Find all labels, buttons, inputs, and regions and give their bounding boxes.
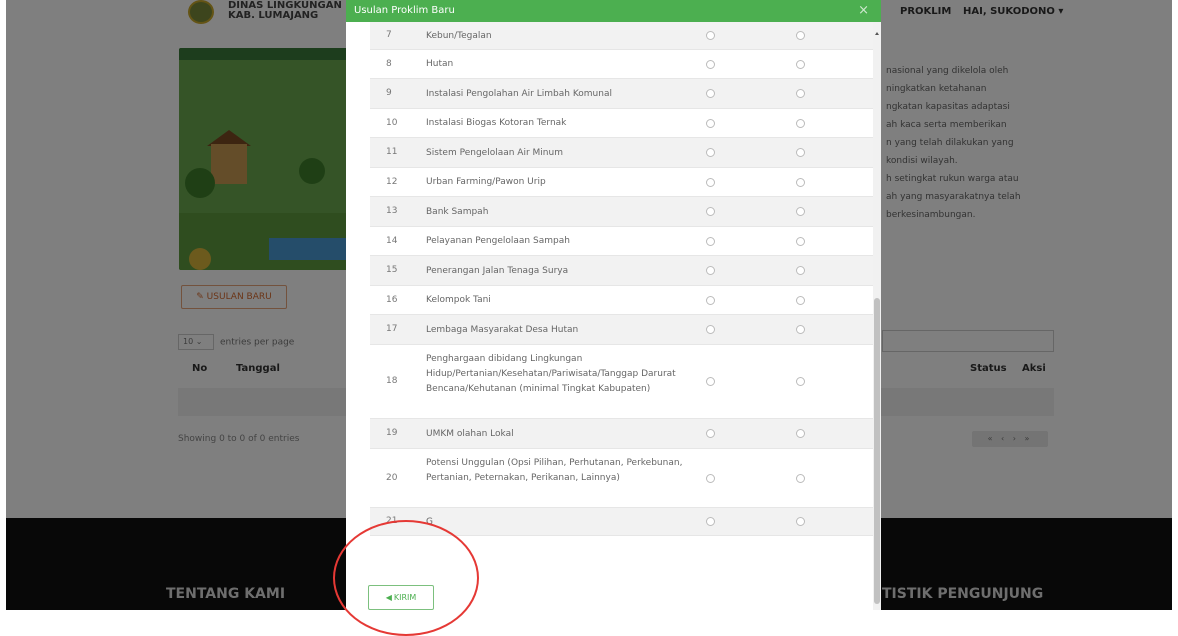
- item-radio-option-2[interactable]: [796, 31, 805, 40]
- item-name: Penghargaan dibidang Lingkungan Hidup/Pe…: [426, 354, 676, 394]
- item-number: 8: [386, 58, 392, 69]
- item-number: 19: [386, 428, 398, 438]
- proklim-item-row: 15 Penerangan Jalan Tenaga Surya: [370, 256, 874, 286]
- item-radio-option-2[interactable]: [796, 266, 805, 275]
- item-number: 10: [386, 117, 398, 128]
- item-radio-option-2[interactable]: [796, 429, 805, 438]
- item-radio-option-2[interactable]: [796, 59, 805, 69]
- item-radio-option-2[interactable]: [796, 325, 805, 334]
- item-number: 15: [386, 265, 398, 275]
- item-name: Kebun/Tegalan: [426, 30, 492, 41]
- proklim-item-row: 10 Instalasi Biogas Kotoran Ternak: [370, 109, 874, 138]
- item-radio-option-1[interactable]: [706, 59, 715, 69]
- item-name: Penerangan Jalan Tenaga Surya: [426, 265, 569, 276]
- item-radio-option-2[interactable]: [796, 517, 805, 526]
- proklim-item-row: 13 Bank Sampah: [370, 197, 874, 227]
- item-number: 9: [386, 88, 392, 98]
- item-radio-option-2[interactable]: [796, 89, 805, 98]
- item-name: UMKM olahan Lokal: [426, 428, 514, 439]
- proklim-item-row: 20 Potensi Unggulan (Opsi Pilihan, Perhut…: [370, 449, 874, 508]
- close-icon[interactable]: ×: [858, 3, 869, 18]
- item-radio-option-2[interactable]: [796, 207, 805, 216]
- item-name: Sistem Pengelolaan Air Minum: [426, 147, 563, 158]
- item-name: Bank Sampah: [426, 206, 489, 217]
- item-number: 7: [386, 30, 392, 40]
- item-name: Pelayanan Pengelolaan Sampah: [426, 236, 570, 246]
- item-name: Instalasi Biogas Kotoran Ternak: [426, 118, 567, 128]
- usulan-proklim-modal: Usulan Proklim Baru × 7 Kebun/Tegalan 8 Hut…: [346, 0, 881, 610]
- item-name: Urban Farming/Pawon Urip: [426, 177, 546, 187]
- item-radio-option-1[interactable]: [706, 31, 715, 40]
- proklim-item-row: 11 Sistem Pengelolaan Air Minum: [370, 138, 874, 168]
- item-number: 14: [386, 235, 398, 246]
- item-radio-option-1[interactable]: [706, 473, 715, 483]
- item-radio-option-2[interactable]: [796, 177, 805, 187]
- item-radio-option-1[interactable]: [706, 207, 715, 216]
- item-number: 13: [386, 206, 398, 216]
- item-radio-option-1[interactable]: [706, 118, 715, 128]
- item-radio-option-1[interactable]: [706, 377, 715, 386]
- item-name: Potensi Unggulan (Opsi Pilihan, Perhutan…: [426, 458, 683, 483]
- item-number: 18: [386, 376, 398, 386]
- proklim-item-row: 8 Hutan: [370, 50, 874, 79]
- item-radio-option-1[interactable]: [706, 325, 715, 334]
- proklim-item-row: 18 Penghargaan dibidang Lingkungan Hidup/…: [370, 345, 874, 419]
- item-radio-option-2[interactable]: [796, 236, 805, 246]
- item-radio-option-1[interactable]: [706, 517, 715, 526]
- proklim-item-row: 19 UMKM olahan Lokal: [370, 419, 874, 449]
- item-radio-option-1[interactable]: [706, 266, 715, 275]
- proklim-item-row: 14 Pelayanan Pengelolaan Sampah: [370, 227, 874, 256]
- modal-title: Usulan Proklim Baru: [354, 5, 455, 16]
- item-radio-option-2[interactable]: [796, 118, 805, 128]
- item-name: Lembaga Masyarakat Desa Hutan: [426, 324, 579, 335]
- item-name: Instalasi Pengolahan Air Limbah Komunal: [426, 88, 612, 99]
- item-radio-option-2[interactable]: [796, 473, 805, 483]
- item-name: Kelompok Tani: [426, 295, 491, 305]
- proklim-item-list: 7 Kebun/Tegalan 8 Hutan 9 Instalasi Pengolaha…: [370, 22, 874, 536]
- item-number: 17: [386, 324, 398, 334]
- item-number: 20: [386, 472, 398, 483]
- item-radio-option-1[interactable]: [706, 148, 715, 157]
- proklim-item-row: 12 Urban Farming/Pawon Urip: [370, 168, 874, 197]
- proklim-item-row: 7 Kebun/Tegalan: [370, 22, 874, 50]
- scroll-up-icon[interactable]: [875, 32, 879, 35]
- item-number: 12: [386, 176, 398, 187]
- item-name: Hutan: [426, 59, 454, 69]
- proklim-item-row: 9 Instalasi Pengolahan Air Limbah Komunal: [370, 79, 874, 109]
- proklim-item-row: 16 Kelompok Tani: [370, 286, 874, 315]
- item-radio-option-1[interactable]: [706, 177, 715, 187]
- item-radio-option-2[interactable]: [796, 148, 805, 157]
- item-radio-option-1[interactable]: [706, 89, 715, 98]
- item-radio-option-2[interactable]: [796, 377, 805, 386]
- proklim-item-row: 17 Lembaga Masyarakat Desa Hutan: [370, 315, 874, 345]
- item-name: G: [426, 516, 433, 527]
- item-radio-option-2[interactable]: [796, 295, 805, 305]
- modal-scrollbar-thumb[interactable]: [874, 298, 880, 604]
- red-annotation-circle: [333, 520, 479, 636]
- item-number: 11: [386, 147, 398, 157]
- item-radio-option-1[interactable]: [706, 429, 715, 438]
- modal-header: Usulan Proklim Baru ×: [346, 0, 881, 22]
- item-radio-option-1[interactable]: [706, 236, 715, 246]
- item-number: 16: [386, 294, 398, 305]
- item-radio-option-1[interactable]: [706, 295, 715, 305]
